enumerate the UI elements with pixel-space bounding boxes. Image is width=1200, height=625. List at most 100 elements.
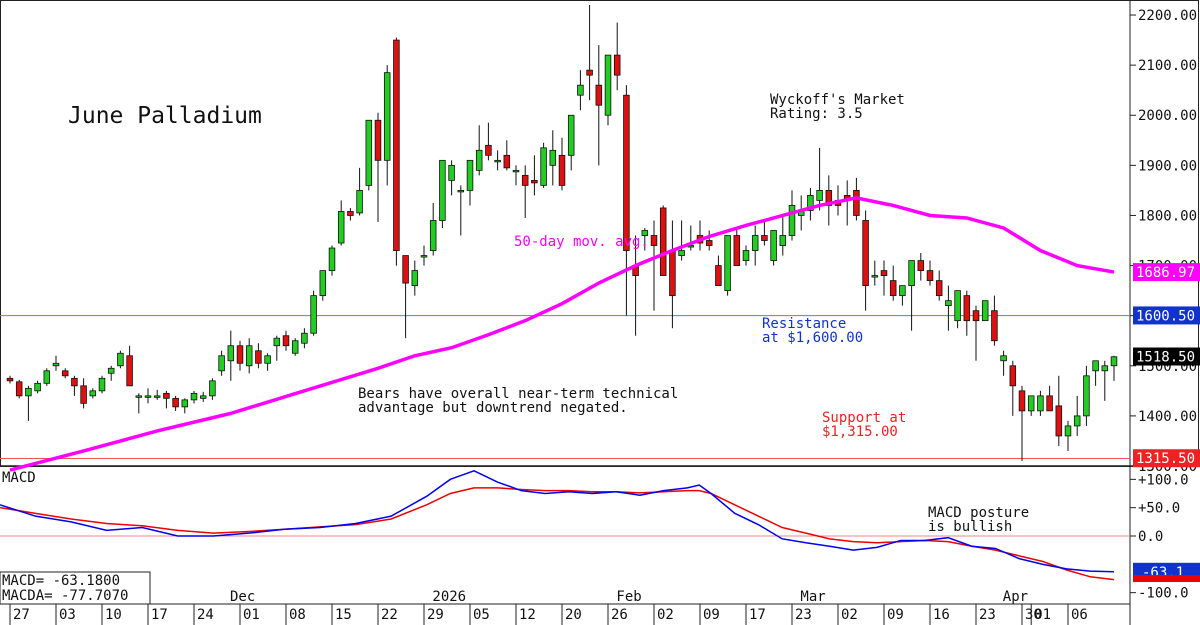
candle-down: [715, 265, 722, 287]
x-tick-label: 02: [657, 607, 674, 623]
annotation-ma: 50-day mov. avg.: [514, 234, 649, 250]
candle-up: [218, 355, 225, 372]
candle-up: [448, 164, 455, 181]
x-tick-label: 27: [13, 607, 30, 623]
candle-up: [301, 332, 308, 344]
candle-up: [25, 387, 32, 397]
macd-tick-label: 0.0: [1138, 529, 1163, 545]
candle-up: [751, 235, 759, 251]
candle-up: [549, 149, 557, 166]
candle-up: [52, 362, 60, 367]
macd-readout: MACD= -63.1800 MACDA= -77.7070: [2, 573, 128, 604]
price-label-text: 1686.97: [1136, 265, 1195, 281]
candle-up: [1101, 365, 1109, 372]
candle-up: [383, 72, 391, 161]
candle-up: [945, 300, 952, 307]
x-tick-label: 29: [427, 607, 444, 623]
month-label: 2026: [432, 589, 466, 605]
x-tick-label: 09: [703, 607, 720, 623]
month-label: Mar: [800, 589, 825, 605]
candle-up: [190, 392, 198, 401]
x-tick-label: 22: [381, 607, 398, 623]
x-tick-label: 17: [749, 607, 766, 623]
candle-up: [678, 250, 685, 256]
x-tick-label: 03: [59, 607, 76, 623]
macd-tick-label: +50.0: [1138, 501, 1180, 517]
candle-down: [972, 310, 980, 322]
candle-down: [1018, 390, 1026, 412]
x-tick-label: 08: [289, 607, 306, 623]
macd-readout-line: MACD= -63.1800: [2, 573, 120, 589]
candle-up: [227, 345, 235, 362]
candle-up: [466, 159, 474, 191]
candle-up: [273, 337, 281, 347]
x-tick-label: 09: [887, 607, 904, 623]
candle-down: [733, 235, 741, 266]
candle-up: [365, 119, 373, 186]
x-tick-label: 23: [795, 607, 812, 623]
x-tick-label: 26: [611, 607, 628, 623]
candle-up: [494, 159, 501, 163]
candle-down: [1046, 395, 1053, 412]
candle-up: [1027, 395, 1035, 412]
price-tick-label: 2200.00: [1138, 8, 1197, 24]
candle-down: [613, 54, 621, 76]
price-value-labels: 1686.97 1600.50 1518.50 1315.50: [1133, 263, 1200, 468]
candle-down: [163, 392, 170, 399]
x-tick-label: 01: [243, 607, 260, 623]
candle-up: [328, 247, 336, 271]
candle-up: [199, 395, 207, 399]
price-tick-label: 1900.00: [1138, 158, 1197, 174]
palladium-chart: 1300.001400.001500.001600.001700.001800.…: [0, 0, 1200, 625]
x-tick-label: 06: [1071, 607, 1088, 623]
candle-up: [153, 395, 161, 398]
annotation-line: advantage but downtrend negated.: [358, 400, 628, 416]
candle-down: [926, 270, 934, 282]
macda-readout-line: MACDA= -77.7070: [2, 588, 128, 604]
candle-down: [71, 377, 78, 387]
annotation-line: at $1,600.00: [762, 330, 863, 346]
candle-down: [705, 240, 713, 246]
candle-up: [209, 380, 216, 397]
candle-up: [1110, 356, 1118, 367]
candle-down: [669, 250, 676, 297]
candle-down: [991, 310, 998, 342]
price-tick-label: 2100.00: [1138, 58, 1197, 74]
candle-down: [935, 280, 943, 297]
candle-down: [595, 84, 603, 106]
chart-title: June Palladium: [68, 103, 262, 129]
candle-up: [34, 382, 41, 392]
candle-down: [485, 144, 492, 156]
candle-down: [853, 190, 860, 216]
candle-up: [908, 260, 915, 287]
candle-down: [917, 260, 925, 271]
candle-down: [1009, 365, 1017, 387]
candle-up: [1083, 375, 1090, 417]
candle-down: [126, 355, 133, 387]
candle-up: [1092, 360, 1099, 372]
x-tick-label: 23: [979, 607, 996, 623]
candle-down: [347, 211, 354, 216]
x-tick-label: 20: [565, 607, 582, 623]
candle-down: [1055, 405, 1063, 437]
candle-up: [954, 290, 961, 322]
candle-up: [319, 270, 327, 297]
candle-down: [393, 39, 400, 251]
candle-down: [963, 295, 971, 322]
candle-up: [577, 84, 584, 96]
candle-up: [245, 345, 253, 367]
candle-up: [899, 285, 906, 297]
month-label: Dec: [230, 589, 255, 605]
macd-tick-label: -100.0: [1138, 586, 1189, 602]
candle-up: [181, 399, 189, 408]
candle-down: [558, 154, 566, 186]
x-tick-label: 10: [105, 607, 122, 623]
candle-up: [107, 367, 115, 374]
candle-up: [291, 340, 299, 354]
macd-lines: -63.1: [0, 470, 1200, 583]
annotation-line: $1,315.00: [822, 424, 898, 440]
price-tick-label: 1800.00: [1138, 208, 1197, 224]
candle-up: [1064, 425, 1072, 437]
candle-up: [337, 211, 345, 244]
candle-down: [862, 220, 869, 287]
